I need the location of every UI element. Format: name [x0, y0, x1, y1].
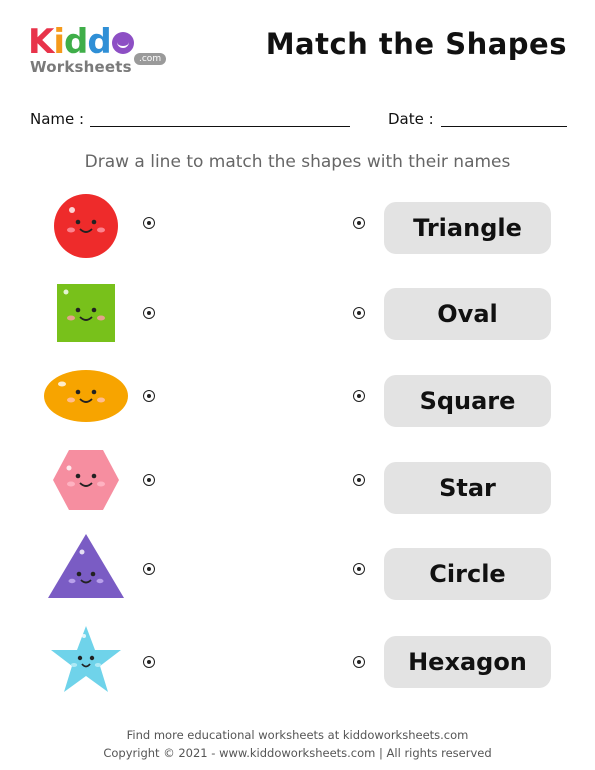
- logo-subtitle: Worksheets: [30, 58, 132, 76]
- student-fields: Name : Date :: [30, 110, 570, 132]
- right-match-dot[interactable]: [353, 217, 365, 229]
- square-icon: [57, 284, 115, 342]
- oval-icon: [44, 370, 128, 422]
- circle-icon: [54, 194, 118, 258]
- logo-letter: K: [28, 22, 54, 62]
- match-row: Star: [0, 446, 595, 526]
- footer-copyright: Copyright © 2021 - www.kiddoworksheets.c…: [103, 746, 492, 760]
- right-match-dot[interactable]: [353, 390, 365, 402]
- hexagon-icon: [53, 450, 119, 510]
- match-row: Hexagon: [0, 622, 595, 702]
- shape-name-label: Triangle: [384, 202, 551, 254]
- match-row: Square: [0, 362, 595, 442]
- kiddo-logo: Kidd Worksheets .com: [28, 22, 168, 80]
- footer-promo: Find more educational worksheets at kidd…: [126, 728, 469, 742]
- left-match-dot[interactable]: [143, 307, 155, 319]
- star-icon: [51, 626, 121, 692]
- left-match-dot[interactable]: [143, 656, 155, 668]
- date-label: Date :: [388, 110, 434, 128]
- shape-name-label: Circle: [384, 548, 551, 600]
- right-match-dot[interactable]: [353, 474, 365, 486]
- right-match-dot[interactable]: [353, 563, 365, 575]
- smiley-o-icon: [111, 32, 134, 54]
- date-write-line[interactable]: [441, 126, 567, 127]
- left-match-dot[interactable]: [143, 390, 155, 402]
- match-row: Oval: [0, 278, 595, 358]
- instruction-text: Draw a line to match the shapes with the…: [84, 152, 511, 172]
- right-match-dot[interactable]: [353, 307, 365, 319]
- left-match-dot[interactable]: [143, 563, 155, 575]
- shape-name-label: Hexagon: [384, 636, 551, 688]
- match-row: Triangle: [0, 190, 595, 270]
- triangle-icon: [48, 534, 124, 598]
- match-row: Circle: [0, 530, 595, 610]
- name-write-line[interactable]: [90, 126, 350, 127]
- logo-wordmark: Kidd: [28, 22, 134, 62]
- left-match-dot[interactable]: [143, 217, 155, 229]
- logo-com-badge: .com: [134, 53, 167, 65]
- logo-letter: i: [53, 22, 65, 62]
- page-title: Match the Shapes: [265, 27, 567, 61]
- logo-letter: d: [64, 22, 88, 62]
- right-match-dot[interactable]: [353, 656, 365, 668]
- shape-name-label: Oval: [384, 288, 551, 340]
- left-match-dot[interactable]: [143, 474, 155, 486]
- logo-letter: d: [87, 22, 111, 62]
- shape-name-label: Star: [384, 462, 551, 514]
- name-label: Name :: [30, 110, 85, 128]
- shape-name-label: Square: [384, 375, 551, 427]
